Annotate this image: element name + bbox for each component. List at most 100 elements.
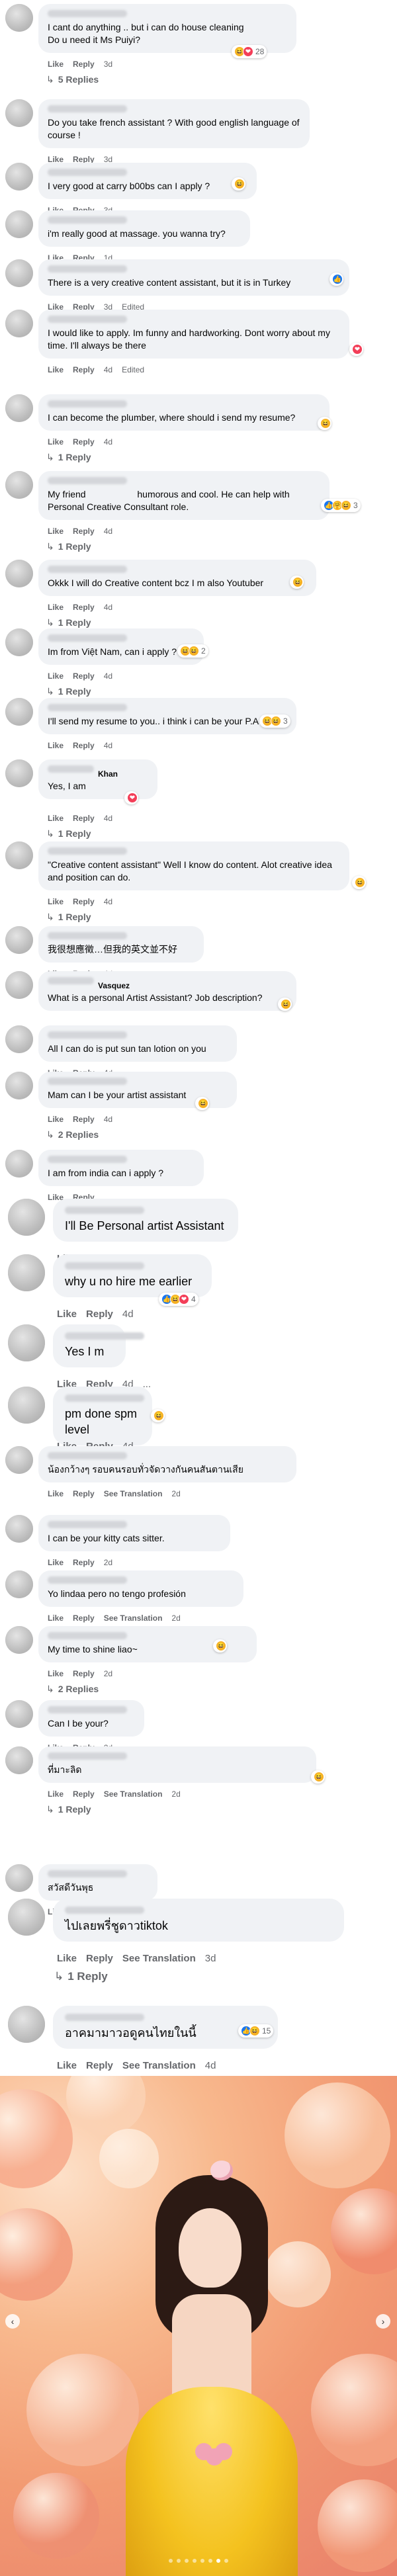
comment-timestamp[interactable]: 4d [104,527,112,536]
comment-timestamp[interactable]: 2d [104,1558,112,1567]
avatar[interactable] [5,259,33,287]
carousel-dot[interactable] [193,2559,197,2563]
avatar[interactable] [5,560,33,587]
reply-button[interactable]: Reply [73,1489,95,1498]
avatar[interactable] [5,1515,33,1543]
like-button[interactable]: Like [48,437,64,447]
commenter-name[interactable] [65,2014,144,2021]
reply-button[interactable]: Reply [86,2060,113,2071]
view-replies-link[interactable]: ↳ 1 Reply [46,828,91,839]
avatar[interactable] [5,1446,33,1474]
avatar[interactable] [8,1387,45,1424]
commenter-name[interactable] [48,1521,127,1528]
reply-button[interactable]: Reply [73,1669,95,1678]
view-replies-link[interactable]: ↳ 1 Reply [46,912,91,923]
commenter-name[interactable] [48,316,127,323]
reaction-summary[interactable]: 😆 ❤ 28 [232,45,267,58]
reply-button[interactable]: Reply [86,1309,113,1320]
view-replies-link[interactable]: ↳ 5 Replies [46,74,99,85]
carousel-dot[interactable] [216,2559,220,2563]
reply-button[interactable]: Reply [73,897,95,906]
comment-timestamp[interactable]: 2d [171,1789,180,1799]
comment-timestamp[interactable]: 4d [104,1115,112,1124]
commenter-name[interactable] [48,932,127,939]
reaction-summary[interactable]: 😆 [290,576,304,589]
comment-timestamp[interactable]: 3d [205,1953,216,1964]
like-button[interactable]: Like [48,1789,64,1799]
avatar[interactable] [5,628,33,656]
avatar[interactable] [5,210,33,238]
avatar[interactable] [5,1072,33,1099]
commenter-name[interactable] [65,1907,144,1914]
commenter-name[interactable] [48,1870,127,1877]
commenter-name[interactable] [48,704,127,711]
reaction-summary[interactable]: 😆 [195,1097,209,1110]
avatar[interactable] [5,394,33,422]
reply-button[interactable]: Reply [73,437,95,447]
view-replies-link[interactable]: ↳ 1 Reply [46,1804,91,1815]
view-replies-link[interactable]: ↳ 1 Reply [46,541,91,552]
view-replies-link[interactable]: ↳ 1 Reply [46,686,91,697]
like-button[interactable]: Like [48,1669,64,1678]
reaction-summary[interactable]: 😆 [151,1409,165,1422]
see-translation-link[interactable]: See Translation [104,1489,163,1498]
avatar[interactable] [5,841,33,869]
like-button[interactable]: Like [48,527,64,536]
commenter-name-visible[interactable]: Vasquez [98,981,130,990]
reply-button[interactable]: Reply [73,527,95,536]
like-button[interactable]: Like [48,603,64,612]
comment-timestamp[interactable]: 4d [104,671,112,681]
commenter-name[interactable] [65,1207,144,1214]
view-replies-link[interactable]: ↳ 1 Reply [54,1970,108,1983]
reaction-summary[interactable]: 👍 🤗 😆 3 [321,499,361,512]
avatar[interactable] [5,1570,33,1598]
commenter-name[interactable] [48,1031,127,1039]
reaction-summary[interactable]: 😆 [278,998,292,1011]
avatar[interactable] [8,1199,45,1236]
like-button[interactable]: Like [48,741,64,750]
like-button[interactable]: Like [48,1613,64,1623]
carousel-dot[interactable] [200,2559,204,2563]
comment-timestamp[interactable]: 2d [104,1669,112,1678]
comment-timestamp[interactable]: 4d [122,1309,134,1320]
comment-timestamp[interactable]: 4d [104,603,112,612]
reaction-summary[interactable]: 😆 [311,1770,325,1783]
reply-button[interactable]: Reply [86,1953,113,1964]
avatar[interactable] [5,1700,33,1728]
commenter-name[interactable] [48,1752,127,1760]
like-button[interactable]: Like [48,671,64,681]
avatar[interactable] [5,471,33,499]
commenter-name[interactable] [48,977,94,984]
chevron-left-icon[interactable]: ‹ [5,2314,20,2329]
commenter-name[interactable] [65,1262,144,1269]
comment-timestamp[interactable]: 2d [171,1489,180,1498]
reaction-summary[interactable]: 😆 😆 2 [177,644,208,658]
reply-button[interactable]: Reply [73,1789,95,1799]
reply-button[interactable]: Reply [73,603,95,612]
commenter-name[interactable] [48,477,127,484]
commenter-name[interactable] [65,1395,144,1402]
comment-timestamp[interactable]: 4d [104,437,112,447]
commenter-name[interactable] [48,10,127,17]
reply-button[interactable]: Reply [73,1613,95,1623]
reply-button[interactable]: Reply [73,741,95,750]
commenter-name[interactable] [48,105,127,112]
commenter-name[interactable] [48,265,127,273]
reply-button[interactable]: Reply [73,365,95,374]
commenter-name[interactable] [48,1156,127,1163]
avatar[interactable] [5,1626,33,1654]
like-button[interactable]: Like [48,1558,64,1567]
reaction-summary[interactable]: 😆 [352,876,366,889]
view-replies-link[interactable]: ↳ 1 Reply [46,617,91,628]
avatar[interactable] [5,4,33,32]
like-button[interactable]: Like [57,1309,77,1320]
commenter-name-visible[interactable]: Khan [98,769,118,779]
reaction-summary[interactable]: 😆 [232,177,245,191]
comment-timestamp[interactable]: 4d [205,2060,216,2071]
avatar[interactable] [8,1254,45,1291]
see-translation-link[interactable]: See Translation [122,2060,196,2071]
commenter-name[interactable] [48,169,127,176]
commenter-name[interactable] [48,1078,127,1085]
commenter-name[interactable] [48,400,127,408]
avatar[interactable] [5,1150,33,1178]
